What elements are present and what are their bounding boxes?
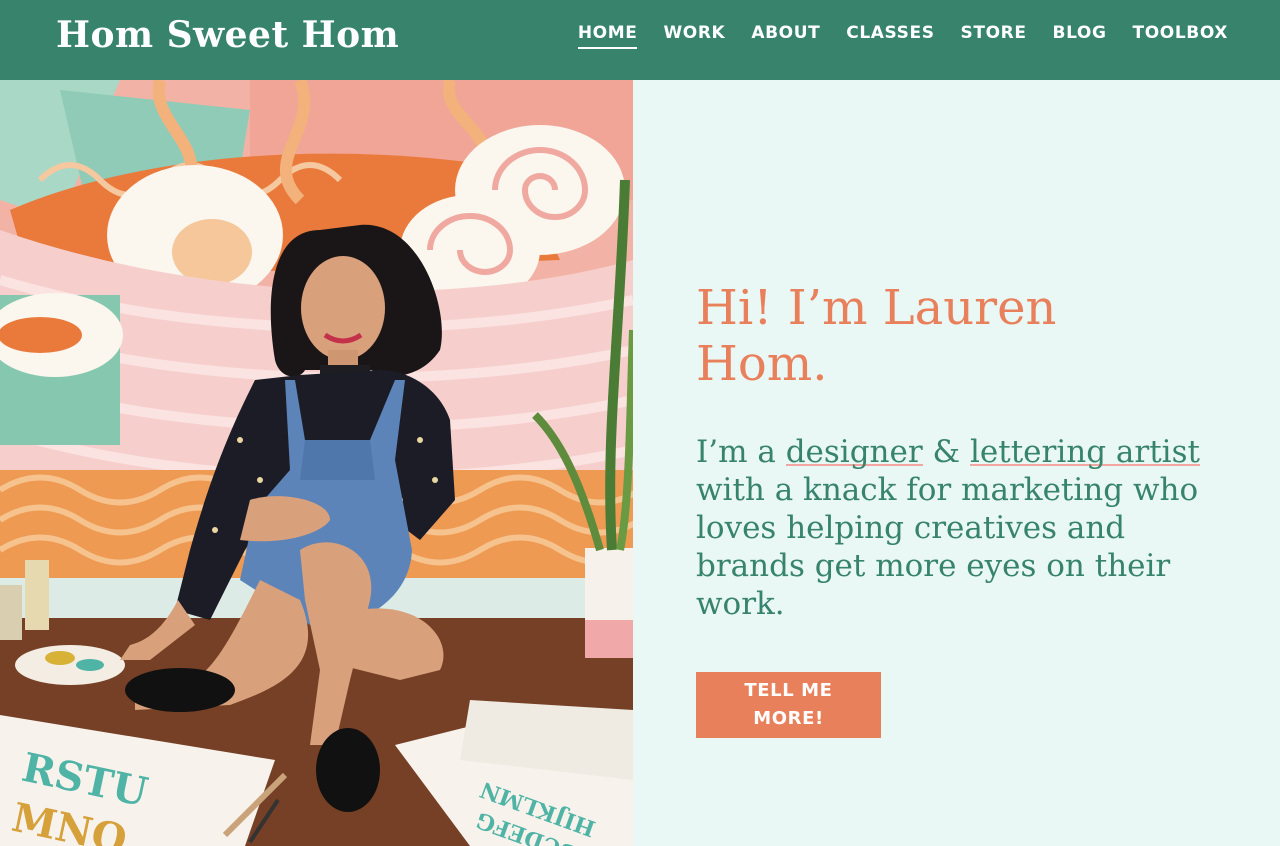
nav-store[interactable]: STORE xyxy=(961,0,1027,44)
nav-blog[interactable]: BLOG xyxy=(1053,0,1107,44)
site-logo[interactable]: Hom Sweet Hom xyxy=(56,14,399,56)
hero-photo: RSTU MNO ABCDEFG HIJKLMN xyxy=(0,80,633,846)
hero-intro: I’m a designer & lettering artist with a… xyxy=(696,433,1216,623)
nav-classes[interactable]: CLASSES xyxy=(846,0,934,44)
hero-headline: Hi! I’m Lauren Hom. xyxy=(696,280,1057,392)
intro-text-3: with a knack for marketing who loves hel… xyxy=(696,472,1199,622)
nav-work[interactable]: WORK xyxy=(663,0,725,44)
main-nav: HOME WORK ABOUT CLASSES STORE BLOG TOOLB… xyxy=(552,0,1228,80)
hero-panel: Hi! I’m Lauren Hom. I’m a designer & let… xyxy=(633,80,1280,846)
site-header: Hom Sweet Hom HOME WORK ABOUT CLASSES ST… xyxy=(0,0,1280,80)
intro-text-1: I’m a xyxy=(696,434,786,470)
designer-link[interactable]: designer xyxy=(785,434,923,470)
nav-about[interactable]: ABOUT xyxy=(751,0,820,44)
lettering-artist-link[interactable]: lettering artist xyxy=(970,434,1200,470)
hero-photo-illustration: RSTU MNO ABCDEFG HIJKLMN xyxy=(0,80,633,846)
nav-toolbox[interactable]: TOOLBOX xyxy=(1133,0,1228,44)
nav-home[interactable]: HOME xyxy=(577,0,638,49)
intro-text-2: & xyxy=(922,434,970,470)
tell-me-more-button[interactable]: TELL ME MORE! xyxy=(696,672,881,738)
